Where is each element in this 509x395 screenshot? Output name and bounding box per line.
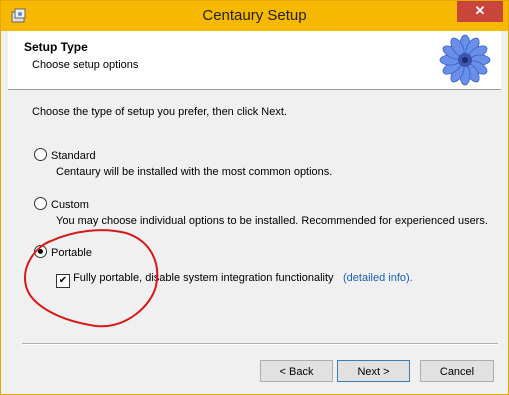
- fully-portable-option[interactable]: ✔ Fully portable, disable system integra…: [56, 272, 334, 288]
- cancel-button[interactable]: Cancel: [420, 360, 494, 382]
- fully-portable-label[interactable]: Fully portable, disable system integrati…: [73, 272, 333, 284]
- cornflower-logo-icon: [439, 34, 491, 86]
- fully-portable-checkbox[interactable]: ✔: [56, 274, 70, 288]
- custom-radio-button[interactable]: [34, 197, 47, 210]
- custom-radio[interactable]: Custom: [34, 197, 89, 211]
- detailed-info-link[interactable]: (detailed info).: [343, 272, 413, 284]
- standard-label[interactable]: Standard: [51, 150, 96, 162]
- instructions-text: Choose the type of setup you prefer, the…: [32, 106, 287, 118]
- custom-label[interactable]: Custom: [51, 199, 89, 211]
- content-panel: Choose the type of setup you prefer, the…: [8, 90, 501, 390]
- window-title: Centaury Setup: [202, 7, 307, 24]
- back-button[interactable]: < Back: [260, 360, 333, 382]
- page-title: Setup Type: [24, 40, 88, 54]
- portable-radio-button[interactable]: [34, 245, 47, 258]
- page-subtitle: Choose setup options: [32, 59, 139, 71]
- divider: [22, 343, 498, 345]
- custom-description: You may choose individual options to be …: [56, 215, 488, 227]
- standard-radio[interactable]: Standard: [34, 148, 96, 162]
- header-panel: Setup Type Choose setup options: [8, 31, 501, 90]
- standard-description: Centaury will be installed with the most…: [56, 166, 333, 178]
- standard-radio-button[interactable]: [34, 148, 47, 161]
- title-bar[interactable]: Centaury Setup ✕: [1, 1, 508, 31]
- next-button[interactable]: Next >: [337, 360, 410, 382]
- setup-window: Centaury Setup ✕ Setup Type Choose setup…: [0, 0, 509, 395]
- portable-label[interactable]: Portable: [51, 247, 92, 259]
- portable-radio[interactable]: Portable: [34, 245, 92, 259]
- close-button[interactable]: ✕: [457, 1, 503, 22]
